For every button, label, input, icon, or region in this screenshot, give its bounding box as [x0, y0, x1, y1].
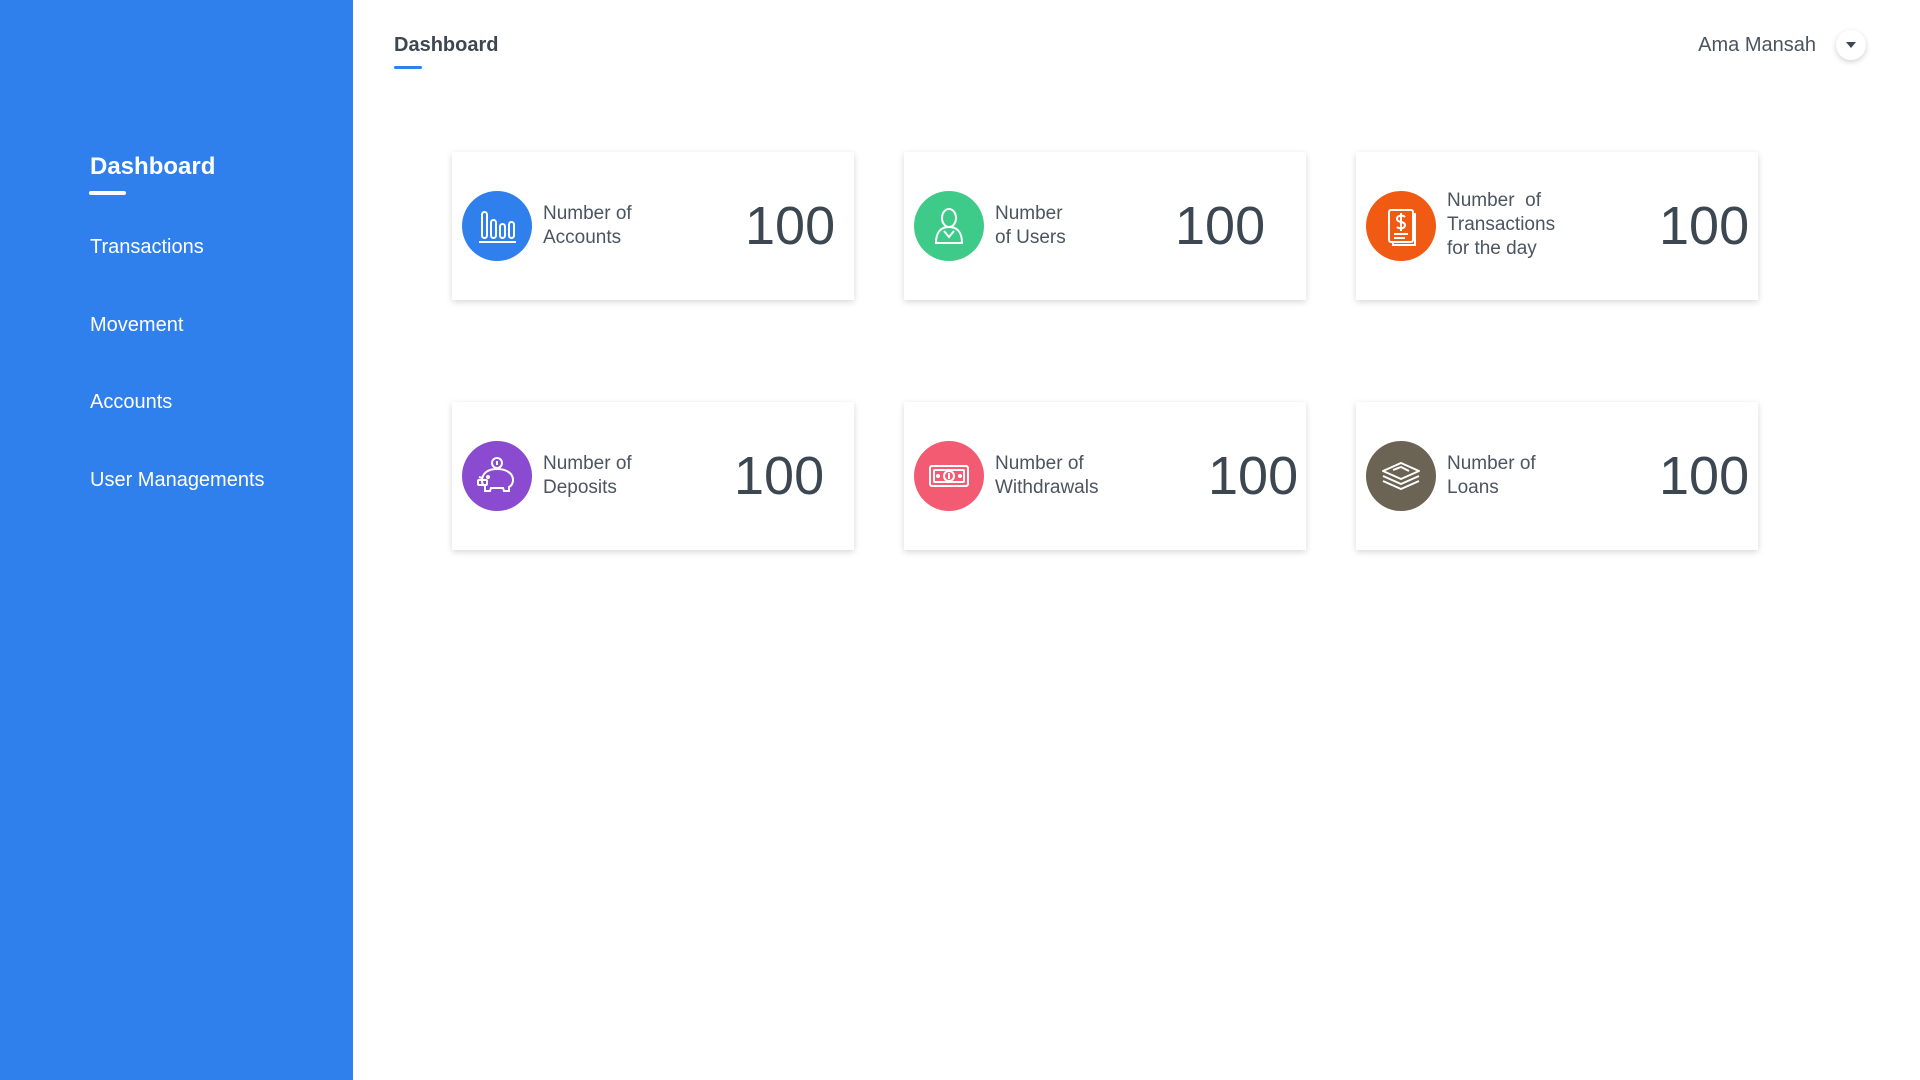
stat-value: 100 — [1208, 446, 1299, 506]
stat-value: 100 — [745, 196, 836, 256]
stat-card-users[interactable]: Number of Users 100 — [904, 152, 1306, 300]
stat-card-accounts[interactable]: Number of Accounts 100 — [452, 152, 854, 300]
sidebar-item-movement[interactable]: Movement — [90, 314, 183, 337]
piggy-bank-icon — [462, 441, 532, 511]
stat-label: Number of Deposits — [543, 453, 632, 498]
receipt-dollar-icon — [1366, 191, 1436, 261]
stat-label: Number of Withdrawals — [995, 453, 1099, 498]
sidebar-item-dashboard[interactable]: Dashboard — [90, 153, 215, 181]
money-stack-icon — [1366, 441, 1436, 511]
sidebar-item-transactions[interactable]: Transactions — [90, 236, 204, 259]
stat-card-withdrawals[interactable]: Number of Withdrawals 100 — [904, 402, 1306, 550]
tab-active-indicator — [394, 66, 422, 69]
stat-card-transactions[interactable]: Number of Transactions for the day 100 — [1356, 152, 1758, 300]
stat-label: Number of Transactions for the day — [1447, 190, 1556, 259]
active-nav-indicator — [89, 191, 126, 195]
stat-value: 100 — [1659, 446, 1750, 506]
bar-chart-icon — [462, 191, 532, 261]
user-name[interactable]: Ama Mansah — [1698, 34, 1816, 57]
stat-value: 100 — [734, 446, 825, 506]
stat-value: 100 — [1659, 196, 1750, 256]
stat-card-loans[interactable]: Number of Loans 100 — [1356, 402, 1758, 550]
sidebar-item-accounts[interactable]: Accounts — [90, 391, 172, 414]
sidebar: Dashboard Transactions Movement Accounts… — [0, 0, 353, 1080]
sidebar-item-user-managements[interactable]: User Managements — [90, 469, 265, 492]
stat-card-deposits[interactable]: Number of Deposits 100 — [452, 402, 854, 550]
stat-label: Number of Accounts — [543, 203, 632, 248]
stat-label: Number of Loans — [1447, 453, 1536, 498]
user-menu-button[interactable] — [1836, 30, 1866, 60]
chevron-down-icon — [1846, 42, 1856, 48]
page-title[interactable]: Dashboard — [394, 34, 498, 57]
stat-value: 100 — [1175, 196, 1266, 256]
user-icon — [914, 191, 984, 261]
stat-label: Number of Users — [995, 203, 1066, 248]
banknote-icon — [914, 441, 984, 511]
